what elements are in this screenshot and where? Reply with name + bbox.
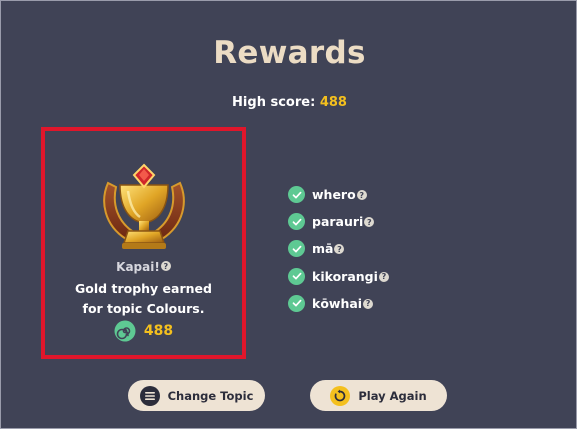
page-title: Rewards — [213, 35, 366, 71]
help-icon[interactable]: ? — [356, 190, 367, 201]
check-icon — [288, 240, 305, 258]
change-topic-button[interactable]: Change Topic — [128, 380, 265, 411]
play-again-button[interactable]: Play Again — [310, 380, 447, 411]
help-icon[interactable]: ? — [363, 298, 374, 309]
reward-title-text: Kapai! — [116, 260, 160, 274]
help-icon[interactable]: ? — [334, 244, 345, 255]
replay-icon — [330, 385, 351, 406]
check-icon — [288, 186, 305, 204]
help-icon[interactable]: ? — [160, 261, 171, 271]
word-list: whero? parauri? mā? kikorangi? kōwhai? — [288, 181, 389, 317]
word-label: mā — [312, 241, 334, 257]
reward-message-line1: Gold trophy earned — [75, 281, 212, 296]
word-label: whero — [312, 187, 356, 203]
check-icon — [288, 294, 305, 312]
list-item: kikorangi? — [288, 263, 389, 290]
change-topic-label: Change Topic — [167, 388, 254, 403]
gold-trophy-icon — [103, 163, 185, 249]
reward-points: 488 — [45, 320, 242, 342]
menu-icon — [139, 385, 160, 406]
word-label: kōwhai — [312, 295, 363, 311]
list-item: whero? — [288, 181, 389, 208]
reward-card: Kapai!? Gold trophy earned for topic Col… — [41, 127, 246, 359]
check-icon — [288, 267, 305, 285]
reward-message: Gold trophy earned for topic Colours. — [45, 279, 242, 319]
reward-message-line2: for topic Colours. — [82, 301, 205, 316]
reward-points-value: 488 — [143, 323, 174, 339]
reward-title: Kapai!? — [45, 260, 242, 274]
high-score: High score: 488 — [1, 95, 577, 110]
high-score-label: High score: — [232, 95, 316, 110]
help-icon[interactable]: ? — [378, 271, 389, 282]
word-label: kikorangi — [312, 268, 378, 284]
play-again-label: Play Again — [358, 388, 427, 403]
list-item: kōwhai? — [288, 290, 389, 317]
list-item: parauri? — [288, 208, 389, 235]
help-icon[interactable]: ? — [364, 217, 375, 228]
check-icon — [288, 213, 305, 231]
spiral-koru-icon — [114, 320, 136, 342]
high-score-value: 488 — [319, 95, 347, 110]
list-item: mā? — [288, 235, 389, 262]
word-label: parauri — [312, 214, 364, 230]
